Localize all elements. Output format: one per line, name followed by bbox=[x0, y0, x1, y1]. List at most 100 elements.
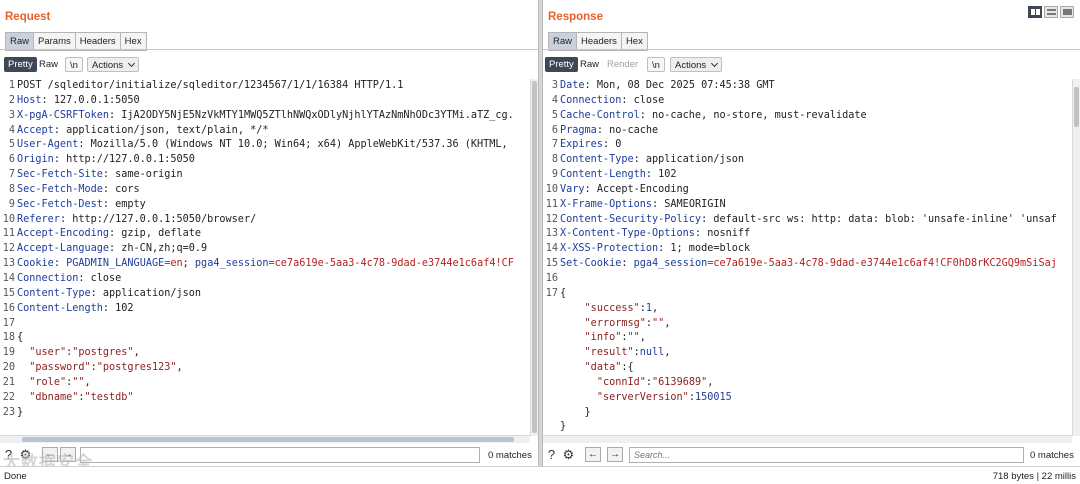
request-token: "testdb" bbox=[84, 391, 134, 403]
response-search-input[interactable] bbox=[629, 447, 1024, 463]
request-token: "user" bbox=[29, 347, 67, 359]
gear-icon[interactable]: ⚙ bbox=[561, 447, 576, 462]
response-code-line: 9 Content-Length: 102 bbox=[543, 168, 1072, 183]
status-right-text: 718 bytes | 22 millis bbox=[992, 471, 1076, 482]
request-token: Accept-Language bbox=[17, 243, 110, 255]
response-token: : bbox=[621, 258, 634, 270]
response-actions-dropdown[interactable]: Actions bbox=[670, 57, 723, 72]
search-prev-button[interactable]: ← bbox=[585, 447, 601, 462]
request-pretty-button[interactable]: Pretty bbox=[4, 57, 37, 72]
request-vertical-scrollbar[interactable] bbox=[530, 79, 538, 436]
response-token: , bbox=[707, 376, 714, 388]
response-line-content: X-Content-Type-Options: nosniff bbox=[560, 227, 1072, 242]
response-tab-divider bbox=[543, 49, 1080, 50]
response-code-line: "serverVersion":150015 bbox=[543, 391, 1072, 406]
request-horizontal-scrollbar[interactable] bbox=[0, 435, 530, 443]
response-raw-button[interactable]: Raw bbox=[576, 57, 603, 72]
request-editor[interactable]: 1 POST /sqleditor/initialize/sqleditor/12… bbox=[0, 79, 530, 436]
response-line-number: 10 bbox=[545, 183, 558, 195]
request-token: : cors bbox=[102, 183, 140, 195]
help-icon[interactable]: ? bbox=[1, 447, 16, 462]
search-next-button[interactable]: → bbox=[607, 447, 623, 462]
layout-tabs-icon[interactable] bbox=[1060, 6, 1074, 18]
request-token: "postgres123" bbox=[96, 362, 177, 374]
request-line-number: 6 bbox=[8, 154, 15, 166]
layout-side-by-side-icon[interactable] bbox=[1028, 6, 1042, 18]
response-token: , bbox=[664, 347, 671, 359]
response-newline-button[interactable]: \n bbox=[647, 57, 665, 72]
response-vscroll-thumb[interactable] bbox=[1074, 87, 1079, 127]
request-code-line: 9 Sec-Fetch-Dest: empty bbox=[0, 198, 530, 213]
response-code-line: 8 Content-Type: application/json bbox=[543, 153, 1072, 168]
response-token: null bbox=[639, 347, 665, 359]
response-tab-hex[interactable]: Hex bbox=[621, 33, 647, 50]
request-tab-headers[interactable]: Headers bbox=[75, 33, 121, 50]
request-token: : 102 bbox=[102, 302, 134, 314]
response-code-line: } bbox=[543, 406, 1072, 421]
response-token: Date bbox=[560, 80, 585, 91]
request-token: : http://127.0.0.1:5050/browser/ bbox=[59, 213, 257, 225]
response-token: : 1; mode=block bbox=[658, 243, 751, 255]
response-line-number: 7 bbox=[551, 139, 558, 151]
request-line-content: Connection: close bbox=[17, 272, 530, 287]
request-vscroll-thumb[interactable] bbox=[532, 81, 537, 433]
response-line-number: 12 bbox=[545, 213, 558, 225]
response-line-content: "connId":"6139689", bbox=[560, 376, 1072, 391]
request-tab-params[interactable]: Params bbox=[34, 33, 76, 50]
response-render-button[interactable]: Render bbox=[603, 57, 642, 72]
request-newline-button[interactable]: \n bbox=[65, 57, 83, 72]
response-vertical-scrollbar[interactable] bbox=[1072, 79, 1080, 436]
response-code-line: 16 bbox=[543, 272, 1072, 287]
request-line-content: Sec-Fetch-Site: same-origin bbox=[17, 168, 530, 183]
layout-stacked-icon[interactable] bbox=[1044, 6, 1058, 18]
request-line-number: 1 bbox=[8, 80, 15, 91]
response-line-content: Content-Type: application/json bbox=[560, 153, 1072, 168]
response-code-line: 17{ bbox=[543, 287, 1072, 302]
response-token: "result" bbox=[584, 347, 634, 359]
response-code-line: 6 Pragma: no-cache bbox=[543, 124, 1072, 139]
response-token: "" bbox=[652, 317, 665, 329]
response-token: Vary bbox=[560, 183, 585, 195]
response-token: X-Content-Type-Options bbox=[560, 228, 695, 240]
request-tab-raw[interactable]: Raw bbox=[6, 33, 35, 50]
response-editor[interactable]: 3 Date: Mon, 08 Dec 2025 07:45:38 GMT 4 Con… bbox=[543, 79, 1072, 436]
request-line-content: Content-Type: application/json bbox=[17, 287, 530, 302]
response-horizontal-scrollbar[interactable] bbox=[543, 435, 1072, 443]
request-line-number: 11 bbox=[2, 228, 15, 240]
response-code-line: "connId":"6139689", bbox=[543, 376, 1072, 391]
request-token: : 127.0.0.1:5050 bbox=[41, 94, 140, 106]
request-code-line: 14 Connection: close bbox=[0, 272, 530, 287]
request-line-number: 22 bbox=[2, 391, 15, 403]
request-search-bar: ? ⚙ ← → 0 matches bbox=[0, 444, 538, 466]
search-prev-button[interactable]: ← bbox=[42, 447, 58, 462]
request-line-number: 5 bbox=[8, 139, 15, 151]
response-code-line: 5 Cache-Control: no-cache, no-store, must… bbox=[543, 109, 1072, 124]
help-icon[interactable]: ? bbox=[544, 447, 559, 462]
request-line-content: Sec-Fetch-Dest: empty bbox=[17, 198, 530, 213]
request-token: User-Agent bbox=[17, 139, 79, 151]
request-tab-hex[interactable]: Hex bbox=[120, 33, 146, 50]
request-token: Connection bbox=[17, 272, 79, 284]
request-token: Content-Type bbox=[17, 287, 91, 299]
response-code-line: "info":"", bbox=[543, 331, 1072, 346]
request-line-content: } bbox=[17, 406, 530, 421]
request-line-content: "role":"", bbox=[17, 376, 530, 391]
request-line-content: "dbname":"testdb" bbox=[17, 391, 530, 406]
request-search-input[interactable] bbox=[80, 447, 480, 463]
response-code-line: "success":1, bbox=[543, 302, 1072, 317]
response-tab-headers[interactable]: Headers bbox=[577, 33, 622, 50]
request-token: , bbox=[133, 347, 140, 359]
response-token: :{ bbox=[621, 362, 634, 374]
search-next-button[interactable]: → bbox=[60, 447, 76, 462]
request-line-number: 3 bbox=[8, 109, 15, 121]
response-line-number: 14 bbox=[545, 243, 558, 255]
request-actions-dropdown[interactable]: Actions bbox=[87, 57, 140, 72]
request-raw-button[interactable]: Raw bbox=[35, 57, 62, 72]
response-tab-raw[interactable]: Raw bbox=[549, 33, 578, 50]
response-pretty-button[interactable]: Pretty bbox=[545, 57, 578, 72]
response-token: : Accept-Encoding bbox=[584, 183, 689, 195]
request-hscroll-thumb[interactable] bbox=[22, 437, 514, 442]
gear-icon[interactable]: ⚙ bbox=[18, 447, 33, 462]
response-code-line: "errormsg":"", bbox=[543, 317, 1072, 332]
response-token: X-Frame-Options bbox=[560, 198, 653, 210]
